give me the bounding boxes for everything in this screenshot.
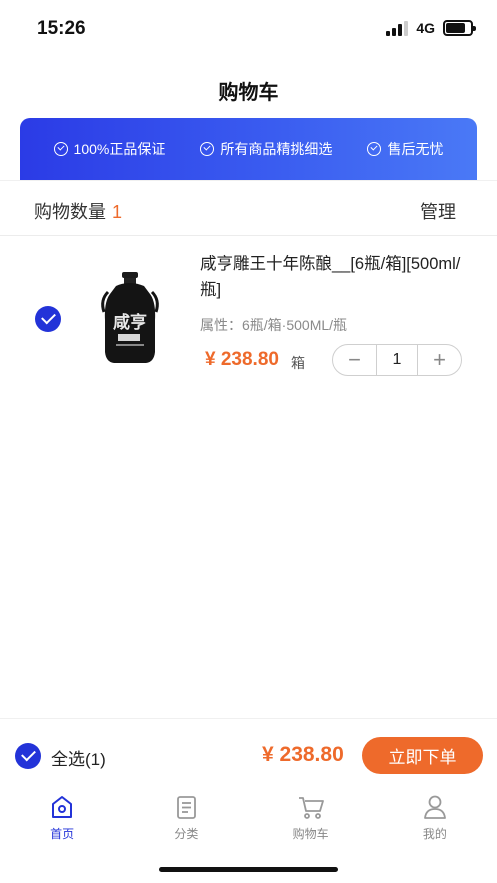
select-all-checkbox[interactable]: [15, 743, 41, 769]
total-price: ¥ 238.80: [262, 743, 344, 766]
check-circle-icon: [53, 142, 68, 156]
product-image[interactable]: 咸亨: [96, 272, 164, 364]
tab-label: 首页: [50, 827, 75, 841]
decrease-button[interactable]: −: [333, 345, 376, 375]
select-all-label[interactable]: 全选(1): [51, 745, 106, 770]
checkout-bar: 全选(1) ¥ 238.80 立即下单: [0, 718, 497, 790]
tab-bar: 首页 分类 购物车 我的: [0, 790, 497, 850]
bottle-label: 咸亨: [113, 312, 147, 333]
network-type: 4G: [416, 20, 435, 36]
promo-label: 100%正品保证: [73, 141, 166, 157]
status-indicators: 4G: [386, 20, 476, 36]
promo-item: 售后无忧: [367, 139, 443, 159]
increase-button[interactable]: +: [418, 345, 461, 375]
user-icon: [423, 795, 446, 819]
cart-count-value: 1: [112, 202, 123, 222]
cart-count-label: 购物数量: [34, 202, 106, 222]
tab-cart[interactable]: 购物车: [249, 790, 373, 850]
home-icon: [52, 796, 73, 818]
battery-icon: [443, 20, 476, 36]
tab-label: 购物车: [292, 827, 329, 841]
home-indicator: [159, 867, 338, 872]
tab-label: 我的: [422, 827, 447, 841]
status-bar: 15:26 4G: [0, 0, 497, 60]
tab-category[interactable]: 分类: [124, 790, 248, 850]
cart-item: 咸亨 咸亨雕王十年陈酿__[6瓶/箱][500ml/瓶] 属性：6瓶/箱·500…: [0, 237, 497, 387]
promo-item: 所有商品精挑细选: [200, 139, 332, 159]
signal-icon: [386, 20, 409, 36]
page-title: 购物车: [218, 82, 279, 104]
shopping-cart-icon: [298, 797, 324, 819]
check-circle-icon: [200, 142, 215, 156]
quantity-value[interactable]: 1: [376, 345, 418, 375]
category-list-icon: [177, 796, 197, 819]
tab-profile[interactable]: 我的: [373, 790, 497, 850]
product-attributes: 属性：6瓶/箱·500ML/瓶: [200, 317, 348, 333]
manage-button[interactable]: 管理: [420, 198, 456, 224]
product-unit: 箱: [291, 355, 305, 371]
product-title[interactable]: 咸亨雕王十年陈酿__[6瓶/箱][500ml/瓶]: [200, 251, 470, 303]
product-price: ¥ 238.80: [205, 349, 279, 370]
promo-item: 100%正品保证: [53, 139, 166, 159]
tab-home[interactable]: 首页: [0, 790, 124, 850]
status-time: 15:26: [37, 18, 86, 39]
promo-label: 售后无忧: [387, 141, 444, 157]
promo-label: 所有商品精挑细选: [220, 141, 333, 157]
tab-label: 分类: [174, 827, 199, 841]
check-circle-icon: [367, 142, 382, 156]
item-select-checkbox[interactable]: [35, 306, 61, 332]
promo-banner: 100%正品保证 所有商品精挑细选 售后无忧: [20, 118, 477, 180]
order-button[interactable]: 立即下单: [362, 737, 483, 774]
cart-count: 购物数量 1: [34, 198, 122, 224]
quantity-stepper: − 1 +: [332, 344, 462, 376]
cart-count-bar: 购物数量 1 管理: [0, 180, 497, 236]
